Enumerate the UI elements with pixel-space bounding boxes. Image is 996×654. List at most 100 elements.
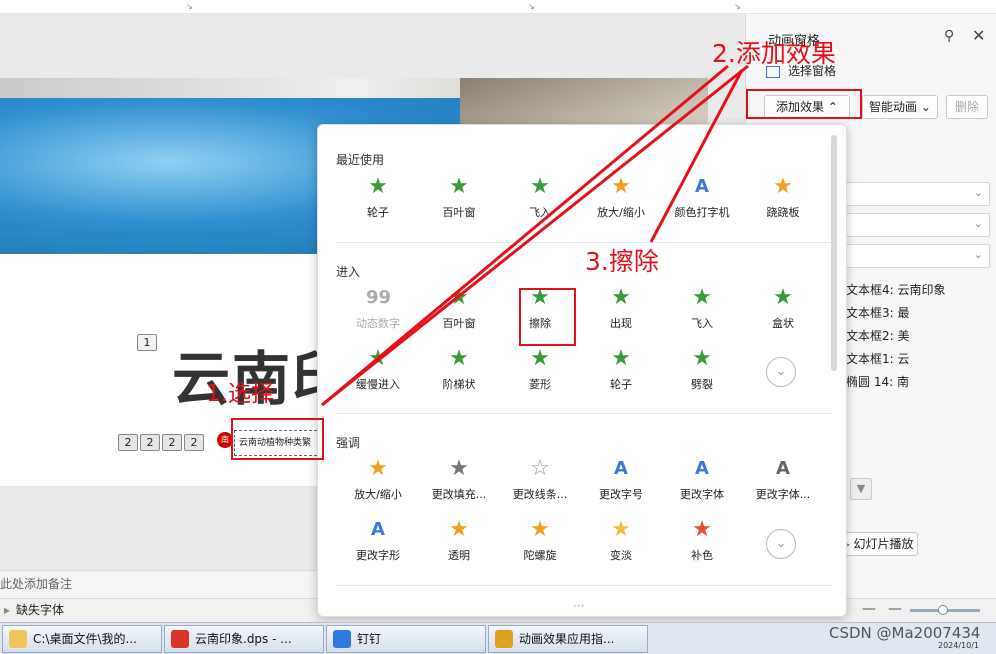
scrollbar[interactable] [831,135,837,371]
effect-emph-item[interactable]: A 更改字形 [338,518,418,568]
zoom-out-icon[interactable]: — [888,601,902,617]
effect-enter-item[interactable]: ★ 百叶窗 [419,286,499,336]
watermark: CSDN @Ma2007434 [829,624,981,642]
effect-label: 变淡 [610,549,632,562]
star-green-icon: ★ [611,285,631,310]
zoom-out-icon[interactable]: — [862,601,876,617]
effect-label: 盒状 [772,317,794,330]
effect-enter-item[interactable]: 99 动态数字 [338,286,418,336]
effect-label: 飞入 [529,206,551,219]
smart-animation-button[interactable]: 智能动画 ⌄ [862,95,938,119]
star-red-icon: ★ [692,517,712,542]
star-yellow-icon: ★ [449,517,469,542]
effect-label: 出现 [610,317,632,330]
effect-speed-select[interactable]: ⌄ [846,244,990,268]
anim-list-item[interactable]: 文本框3: 最 [846,304,910,321]
effect-emph-item[interactable]: A 更改字体... [743,457,823,507]
ribbon-launcher-icon[interactable]: ↘ [528,2,535,11]
effect-emph-item[interactable]: ★ 补色 [662,518,742,568]
ribbon-launcher-icon[interactable]: ↘ [734,2,741,11]
letter-a-icon: A [695,458,709,479]
close-icon[interactable]: ✕ [972,26,985,45]
notes-placeholder: 此处添加备注 [0,577,73,591]
star-gray-icon: ★ [449,456,469,481]
effect-label: 动态数字 [356,317,400,330]
effect-property-select[interactable]: ⌄ [846,213,990,237]
effect-enter-item[interactable]: ★ 阶梯状 [419,347,499,397]
effect-emph-item[interactable]: ★ 放大/缩小 [338,457,418,507]
section-recent-label: 最近使用 [336,153,385,167]
divider [336,242,831,243]
star-green-icon: ★ [692,346,712,371]
effect-enter-item[interactable]: ★ 飞入 [662,286,742,336]
taskbar-item[interactable]: 钉钉 [326,625,486,653]
chevron-down-icon: ⌄ [973,217,983,230]
annotation-box-wipe [519,288,576,346]
star-outline-icon: ☆ [530,456,550,481]
expand-more-button[interactable]: ⌄ [766,357,796,387]
add-effect-gallery: 最近使用 进入 强调 ⌄ ⌄ ··· ★ 轮子 ★ 百叶窗 ★ 飞入 ★ 放大/缩小 A 颜色打字… [317,124,847,617]
anim-order-tag: 2 [118,434,138,451]
anim-list-item[interactable]: 文本框4: 云南印象 [846,281,946,298]
letter-a-icon: A [776,458,790,479]
effect-recent-item[interactable]: ★ 百叶窗 [419,175,499,225]
move-down-button[interactable]: ▼ [850,478,872,500]
effect-emph-item[interactable]: ☆ 更改线条... [500,457,580,507]
effect-label: 飞入 [691,317,713,330]
taskbar-item-label: 动画效果应用指... [519,632,615,646]
resize-handle[interactable]: ··· [573,599,584,613]
tray-date[interactable]: 2024/10/1 [938,641,979,650]
effect-label: 放大/缩小 [354,488,402,501]
star-green-icon: ★ [530,174,550,199]
effect-emph-item[interactable]: A 更改字体 [662,457,742,507]
anim-order-tag: 1 [137,334,157,351]
effect-enter-item[interactable]: ★ 轮子 [581,347,661,397]
slideshow-play-label: 幻灯片播放 [853,537,914,551]
effect-label: 轮子 [610,378,632,391]
star-yellow-icon: ★ [611,517,631,542]
effect-recent-item[interactable]: ★ 放大/缩小 [581,175,661,225]
effect-label: 更改字体 [680,488,724,501]
slideshow-play-button[interactable]: ▷ 幻灯片播放 [836,532,918,556]
effect-emph-item[interactable]: ★ 陀螺旋 [500,518,580,568]
annotation-step3: 3.擦除 [585,247,659,276]
star-green-icon: ★ [611,346,631,371]
effect-recent-item[interactable]: ★ 跷跷板 [743,175,823,225]
effect-recent-item[interactable]: ★ 轮子 [338,175,418,225]
effect-recent-item[interactable]: A 颜色打字机 [662,175,742,225]
anim-order-tag: 2 [184,434,204,451]
taskbar-item[interactable]: C:\桌面文件\我的... [2,625,162,653]
anim-list-item[interactable]: 文本框2: 美 [846,327,910,344]
effect-label: 透明 [448,549,470,562]
expand-more-button[interactable]: ⌄ [766,529,796,559]
taskbar-item[interactable]: 云南印象.dps - ... [164,625,324,653]
effect-start-select[interactable]: ⌄ [846,182,990,206]
effect-enter-item[interactable]: ★ 盒状 [743,286,823,336]
anim-list-item[interactable]: 椭圆 14: 南 [846,373,909,390]
effect-label: 颜色打字机 [674,206,730,219]
effect-enter-item[interactable]: ★ 菱形 [500,347,580,397]
delete-button[interactable]: 删除 [946,95,988,119]
ribbon-edge [0,0,996,14]
effect-label: 更改字形 [356,549,400,562]
effect-label: 缓慢进入 [356,378,400,391]
effect-emph-item[interactable]: A 更改字号 [581,457,661,507]
effect-label: 菱形 [529,378,551,391]
effect-recent-item[interactable]: ★ 飞入 [500,175,580,225]
effect-emph-item[interactable]: ★ 透明 [419,518,499,568]
zoom-slider-handle[interactable] [938,605,948,615]
taskbar-item[interactable]: 动画效果应用指... [488,625,648,653]
effect-emph-item[interactable]: ★ 变淡 [581,518,661,568]
effect-label: 更改线条... [512,488,568,501]
effect-enter-item[interactable]: ★ 出现 [581,286,661,336]
anim-list-item[interactable]: 文本框1: 云 [846,350,910,367]
effect-label: 劈裂 [691,378,713,391]
effect-enter-item[interactable]: ★ 缓慢进入 [338,347,418,397]
effect-enter-item[interactable]: ★ 劈裂 [662,347,742,397]
taskbar-item-label: 钉钉 [357,632,382,646]
missing-font-label[interactable]: 缺失字体 [16,599,64,621]
star-green-icon: ★ [368,174,388,199]
ribbon-launcher-icon[interactable]: ↘ [186,2,193,11]
pin-icon[interactable]: ⚲ [944,28,954,44]
effect-emph-item[interactable]: ★ 更改填充... [419,457,499,507]
